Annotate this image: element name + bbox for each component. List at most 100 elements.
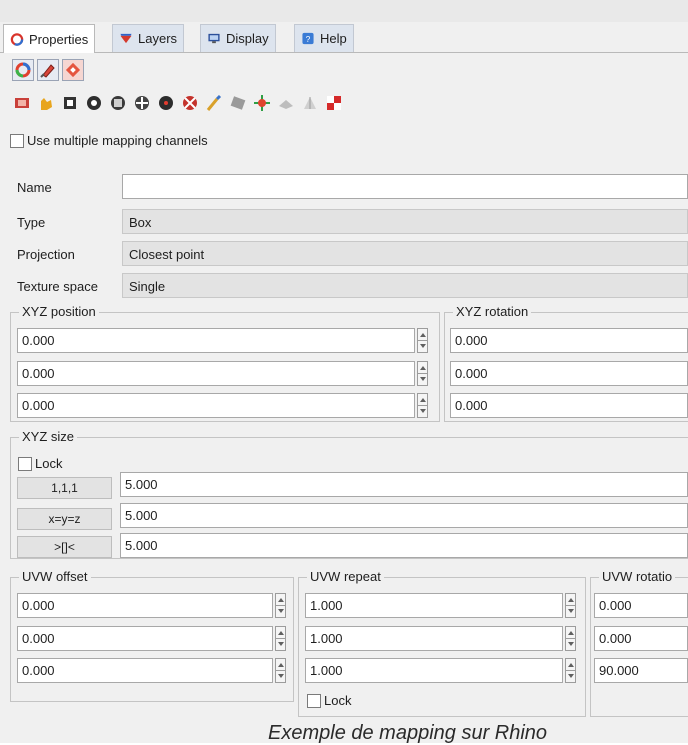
repeat-lock-option[interactable]: Lock bbox=[307, 693, 351, 708]
tab-properties[interactable]: Properties bbox=[3, 24, 96, 53]
hide-mapping-tool[interactable] bbox=[276, 93, 296, 113]
tab-layers[interactable]: Layers bbox=[112, 24, 185, 52]
extract-mapping-tool[interactable] bbox=[300, 93, 320, 113]
tab-help[interactable]: ? Help bbox=[294, 24, 354, 52]
tab-label: Help bbox=[320, 31, 347, 46]
type-row: Type Box bbox=[10, 209, 688, 235]
material-button[interactable] bbox=[37, 59, 59, 81]
widget-icon bbox=[183, 96, 197, 110]
repeat-w-field[interactable]: 1.000 bbox=[305, 658, 563, 683]
repeat-w-spinner[interactable] bbox=[565, 658, 576, 683]
repeat-u-spinner[interactable] bbox=[565, 593, 576, 618]
show-mapping-tool[interactable] bbox=[252, 93, 272, 113]
brush-icon bbox=[206, 94, 222, 111]
properties-panel: Use multiple mapping channels Name Type … bbox=[0, 53, 688, 743]
repeat-lock-checkbox[interactable] bbox=[307, 693, 321, 708]
size-fit-button[interactable]: >[]< bbox=[17, 536, 112, 558]
size-z-field[interactable]: 5.000 bbox=[120, 533, 688, 558]
size-uniform-button[interactable]: 1,1,1 bbox=[17, 477, 112, 499]
hide-mapping-icon bbox=[279, 100, 293, 109]
property-page-buttons bbox=[12, 59, 84, 81]
mapping-toolbar bbox=[12, 93, 344, 113]
name-label: Name bbox=[17, 180, 52, 195]
figure-caption: Exemple de mapping sur Rhino bbox=[268, 722, 548, 744]
offset-v-spinner[interactable] bbox=[275, 626, 286, 651]
projection-value: Closest point bbox=[122, 241, 688, 266]
rotation-z-field[interactable]: 0.000 bbox=[450, 393, 688, 418]
texture-mapping-button[interactable] bbox=[62, 59, 84, 81]
size-lock-label: Lock bbox=[35, 456, 63, 471]
help-icon: ? bbox=[302, 32, 314, 45]
size-lock-option[interactable]: Lock bbox=[18, 456, 62, 471]
rotation-y-field[interactable]: 0.000 bbox=[450, 361, 688, 386]
display-icon bbox=[208, 33, 220, 44]
offset-w-field[interactable]: 0.000 bbox=[17, 658, 273, 683]
name-row: Name bbox=[10, 174, 688, 200]
uvw-mapping-tool[interactable] bbox=[156, 93, 176, 113]
position-z-spinner[interactable] bbox=[417, 393, 428, 418]
object-properties-button[interactable] bbox=[12, 59, 34, 81]
panel-tab-bar: Properties Layers Display ? Help bbox=[0, 22, 688, 53]
texture-space-value: Single bbox=[122, 273, 688, 298]
checker-tool[interactable] bbox=[324, 93, 344, 113]
type-label: Type bbox=[17, 215, 46, 230]
position-z-field[interactable]: 0.000 bbox=[17, 393, 415, 418]
xyz-size-title: XYZ size bbox=[19, 429, 78, 444]
cylindrical-mapping-tool[interactable] bbox=[36, 93, 56, 113]
repeat-lock-label: Lock bbox=[324, 693, 352, 708]
texture-space-label: Texture space bbox=[17, 279, 98, 294]
rotation-x-field[interactable]: 0.000 bbox=[450, 328, 688, 353]
capped-cylinder-tool[interactable] bbox=[108, 93, 128, 113]
layers-icon bbox=[120, 33, 132, 44]
unify-mapping-tool[interactable] bbox=[228, 93, 248, 113]
projection-row: Projection Closest point bbox=[10, 241, 688, 267]
rotation-v-field[interactable]: 0.000 bbox=[594, 626, 688, 651]
multiple-channels-option[interactable]: Use multiple mapping channels bbox=[10, 133, 208, 148]
offset-v-field[interactable]: 0.000 bbox=[17, 626, 273, 651]
surface-mapping-tool[interactable] bbox=[132, 93, 152, 113]
planar-mapping-icon bbox=[15, 98, 29, 108]
checker-icon bbox=[327, 96, 341, 110]
texture-space-row: Texture space Single bbox=[10, 273, 688, 299]
rotation-u-field[interactable]: 0.000 bbox=[594, 593, 688, 618]
rotation-w-field[interactable]: 90.000 bbox=[594, 658, 688, 683]
window-top-strip bbox=[0, 0, 688, 22]
match-mapping-tool[interactable] bbox=[204, 93, 224, 113]
uvw-repeat-title: UVW repeat bbox=[307, 569, 384, 584]
spherical-mapping-icon bbox=[87, 96, 101, 110]
tab-label: Properties bbox=[29, 31, 89, 47]
multiple-channels-checkbox[interactable] bbox=[10, 133, 24, 148]
name-field[interactable] bbox=[122, 174, 688, 199]
mapping-widget-tool[interactable] bbox=[180, 93, 200, 113]
planar-mapping-tool[interactable] bbox=[12, 93, 32, 113]
spherical-mapping-tool[interactable] bbox=[84, 93, 104, 113]
tab-label: Layers bbox=[138, 31, 178, 46]
surface-mapping-icon bbox=[135, 96, 149, 110]
uvw-rotation-title: UVW rotatio bbox=[599, 569, 676, 584]
size-y-field[interactable]: 5.000 bbox=[120, 503, 688, 528]
size-equalize-button[interactable]: x=y=z bbox=[17, 508, 112, 530]
unify-icon bbox=[230, 96, 246, 110]
offset-u-field[interactable]: 0.000 bbox=[17, 593, 273, 618]
tab-display[interactable]: Display bbox=[200, 24, 276, 52]
cylinder-icon bbox=[111, 96, 125, 110]
box-mapping-tool[interactable] bbox=[60, 93, 80, 113]
box-mapping-icon bbox=[64, 97, 76, 109]
position-y-field[interactable]: 0.000 bbox=[17, 361, 415, 386]
tab-label: Display bbox=[226, 31, 269, 46]
repeat-v-field[interactable]: 1.000 bbox=[305, 626, 563, 651]
position-x-field[interactable]: 0.000 bbox=[17, 328, 415, 353]
repeat-v-spinner[interactable] bbox=[565, 626, 576, 651]
size-x-field[interactable]: 5.000 bbox=[120, 472, 688, 497]
offset-w-spinner[interactable] bbox=[275, 658, 286, 683]
size-lock-checkbox[interactable] bbox=[18, 456, 32, 471]
repeat-u-field[interactable]: 1.000 bbox=[305, 593, 563, 618]
offset-u-spinner[interactable] bbox=[275, 593, 286, 618]
type-value: Box bbox=[122, 209, 688, 234]
svg-text:?: ? bbox=[306, 34, 311, 44]
position-x-spinner[interactable] bbox=[417, 328, 428, 353]
hand-icon bbox=[41, 98, 52, 110]
position-y-spinner[interactable] bbox=[417, 361, 428, 386]
texture-mapping-icon bbox=[65, 62, 81, 78]
xyz-position-title: XYZ position bbox=[19, 304, 99, 319]
